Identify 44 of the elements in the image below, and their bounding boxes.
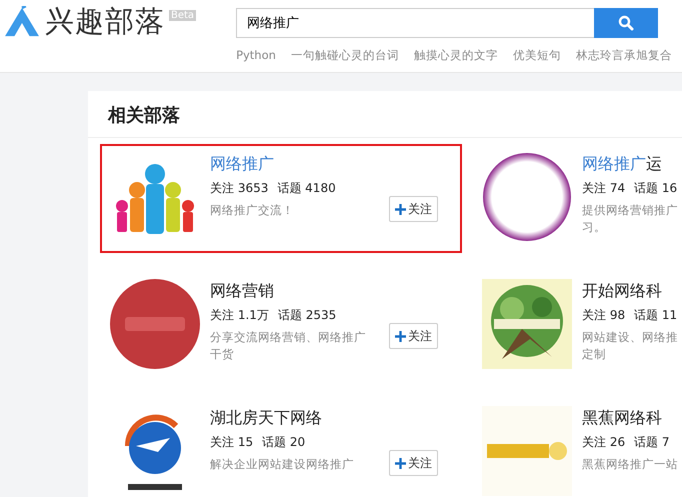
tribe-name-link[interactable]: 湖北房天下网络 [210,408,354,429]
search-icon [618,15,634,31]
site-logo-title[interactable]: 兴趣部落 [45,2,165,42]
follower-count: 关注 26 [582,434,626,451]
follower-count: 关注 1.1万 [210,307,269,324]
topic-count: 话题 20 [262,434,306,451]
topic-count: 话题 16 [634,180,678,197]
tribe-name-link[interactable]: 网络推广 [210,154,336,175]
follower-count: 关注 74 [582,180,626,197]
topic-count: 话题 2535 [278,307,336,324]
follow-button[interactable]: 关注 [389,323,438,349]
tribe-description: 定制 [582,346,607,364]
search-button[interactable] [594,8,658,38]
tribe-name-link[interactable]: 网络营销 [210,281,366,302]
follower-count: 关注 15 [210,434,254,451]
topic-count: 话题 7 [634,434,670,451]
hot-search-link[interactable]: 一句触碰心灵的台词 [290,48,399,63]
hot-search-link[interactable]: 触摸心灵的文字 [414,48,498,63]
tribe-name-link[interactable]: 网络推广运 [582,154,678,175]
plus-icon [395,330,406,342]
follower-count: 关注 3653 [210,180,268,197]
tribe-description: 分享交流网络营销、网络推广 [210,329,366,346]
tribe-description: 干货 [210,346,235,364]
hot-search-link[interactable]: 林志玲言承旭复合 [576,48,672,63]
section-title: 相关部落 [88,91,682,138]
tribe-description: 习。 [582,219,607,236]
tribe-description: 黑蕉网络推广一站 [582,456,678,473]
follow-button[interactable]: 关注 [389,196,438,222]
follower-count: 关注 98 [582,307,626,324]
plus-icon [395,204,406,214]
tribe-name-link[interactable]: 黑蕉网络科 [582,408,678,429]
follow-button[interactable]: 关注 [389,450,438,476]
topic-count: 话题 4180 [277,180,336,197]
hot-search-link[interactable]: Python [236,48,276,63]
tribe-description: 提供网络营销推广 [582,202,678,219]
tent-logo-icon [3,6,41,38]
plus-icon [395,458,406,468]
hot-search-link[interactable]: 优美短句 [512,48,561,63]
tribe-description: 网站建设、网络推 [582,329,678,346]
topic-count: 话题 11 [634,307,678,324]
tribe-description: 解决企业网站建设网络推广 [210,456,354,473]
tribe-description: 网络推广交流！ [210,202,295,219]
tribe-name-link[interactable]: 开始网络科 [582,281,678,302]
search-field[interactable]: 网络推广 [236,8,594,38]
